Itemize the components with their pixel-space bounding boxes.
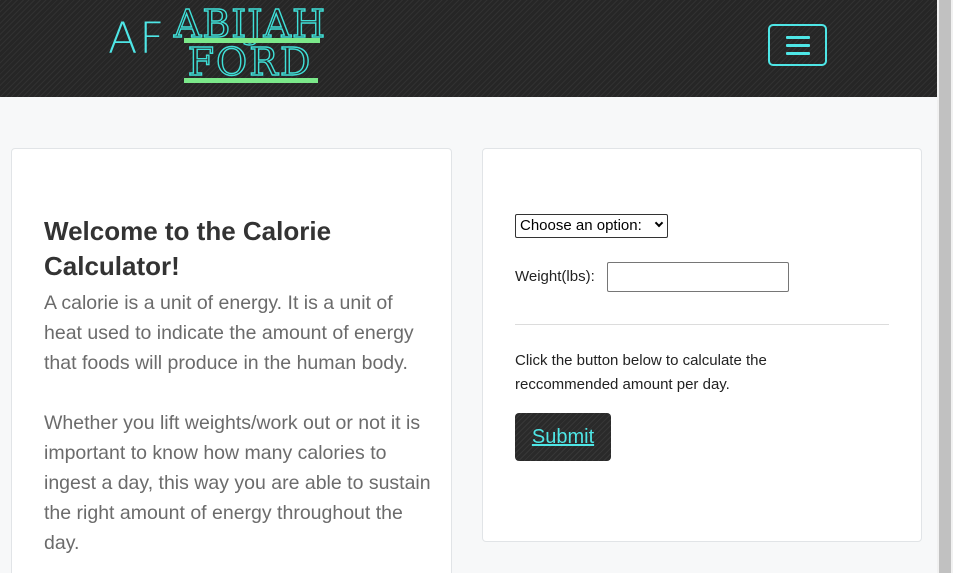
chevron-down-icon (654, 218, 664, 228)
weight-input[interactable] (607, 262, 789, 292)
scrollbar-thumb[interactable] (939, 0, 951, 573)
divider (515, 324, 889, 325)
hamburger-icon (786, 36, 810, 39)
intro-paragraph: Whether you lift weights/work out or not… (44, 412, 431, 554)
logo-underline (184, 78, 318, 83)
instructions-text: Click the button below to calculate the … (515, 352, 767, 393)
submit-button[interactable]: Submit (515, 413, 611, 461)
logo-wordmark[interactable]: ABIJAH FORD (172, 3, 328, 84)
calculator-card (482, 148, 922, 542)
hamburger-icon (786, 52, 810, 55)
option-select-value: Choose an option: (520, 217, 642, 234)
logo-initials[interactable]: AF (108, 14, 166, 64)
hamburger-icon (786, 44, 810, 47)
intro-paragraph: A calorie is a unit of energy. It is a u… (44, 292, 414, 374)
option-select[interactable]: Choose an option: (515, 214, 668, 238)
menu-toggle-button[interactable] (768, 24, 827, 66)
weight-label: Weight(lbs): (515, 268, 595, 285)
logo-last-name: FORD (187, 40, 313, 84)
navbar: AF ABIJAH FORD (0, 0, 937, 97)
page-title: Welcome to the Calorie Calculator! (44, 216, 332, 281)
